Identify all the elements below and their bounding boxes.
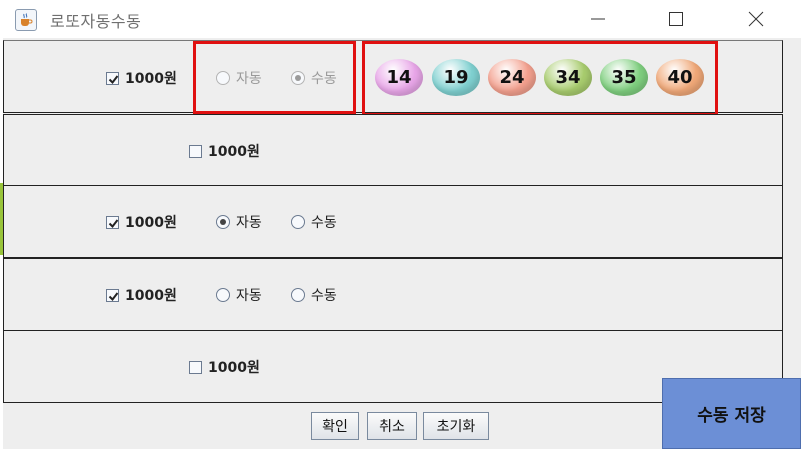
maximize-button[interactable] [653,6,699,32]
row-3-checkbox[interactable]: 1000원 [106,212,177,232]
lotto-row-2: 1000원 [3,114,783,186]
radio-dot[interactable] [291,288,305,302]
ball-number: 40 [667,67,693,88]
lotto-ball-4: 34 [544,59,592,96]
checkbox-box[interactable] [106,288,119,302]
radio-dot[interactable] [216,215,230,229]
row-2-price-label: 1000원 [208,144,260,160]
row-1-manual-label: 수동 [311,71,337,87]
row-1-radio-auto[interactable]: 자동 [216,68,262,88]
row-1-price-label: 1000원 [125,71,177,87]
title-bar[interactable]: 로또자동수동 [0,0,803,38]
row-4-auto-label: 자동 [236,288,262,304]
ball-number: 24 [499,67,525,88]
checkbox-box[interactable] [189,360,202,374]
reset-button[interactable]: 초기화 [423,412,489,440]
minimize-icon [591,18,605,20]
ball-number: 35 [611,67,637,88]
lotto-ball-3: 24 [488,59,536,96]
row-4-price-label: 1000원 [125,288,177,304]
ball-number: 19 [443,67,469,88]
row-1-checkbox[interactable]: 1000원 [106,68,177,88]
close-icon [748,11,764,27]
lotto-ball-6: 40 [656,59,704,96]
row-4-radio-auto[interactable]: 자동 [216,285,262,305]
radio-dot[interactable] [291,215,305,229]
lotto-ball-1: 14 [375,59,423,96]
lotto-row-1: 1000원 자동 수동 14 19 24 34 35 40 [3,40,783,116]
confirm-button[interactable]: 확인 [311,412,359,440]
row-1-radio-manual[interactable]: 수동 [291,68,337,88]
row-4-checkbox[interactable]: 1000원 [106,285,177,305]
row-5-price-label: 1000원 [208,360,260,376]
row-3-radio-auto[interactable]: 자동 [216,212,262,232]
row-3-price-label: 1000원 [125,215,177,231]
checkbox-box[interactable] [189,144,202,158]
radio-dot[interactable] [291,71,305,85]
ball-number: 34 [555,67,581,88]
radio-dot[interactable] [216,71,230,85]
row-5-checkbox[interactable]: 1000원 [189,357,260,377]
row-2-checkbox[interactable]: 1000원 [189,141,260,161]
window-title: 로또자동수동 [50,12,142,31]
check-icon [108,74,119,84]
row-4-manual-label: 수동 [311,288,337,304]
lotto-ball-5: 35 [600,59,648,96]
row-3-manual-label: 수동 [311,215,337,231]
row-3-radio-manual[interactable]: 수동 [291,212,337,232]
checkbox-box[interactable] [106,215,119,229]
radio-dot[interactable] [216,288,230,302]
cancel-button[interactable]: 취소 [367,412,417,440]
app-window: 로또자동수동 1000원 자동 수동 14 19 24 34 35 40 100… [0,0,803,449]
row-4-radio-manual[interactable]: 수동 [291,285,337,305]
checkbox-box[interactable] [106,71,119,85]
check-icon [108,291,119,301]
ball-number: 14 [386,67,412,88]
manual-save-button[interactable]: 수동 저장 [662,378,801,449]
check-icon [108,218,119,228]
lotto-row-3: 1000원 자동 수동 [3,185,783,258]
lotto-ball-2: 19 [432,59,480,96]
row-1-auto-label: 자동 [236,71,262,87]
maximize-icon [669,12,683,26]
close-button[interactable] [733,6,779,32]
row-3-auto-label: 자동 [236,215,262,231]
java-cup-icon [15,9,37,31]
minimize-button[interactable] [575,6,621,32]
lotto-row-4: 1000원 자동 수동 [3,258,783,331]
